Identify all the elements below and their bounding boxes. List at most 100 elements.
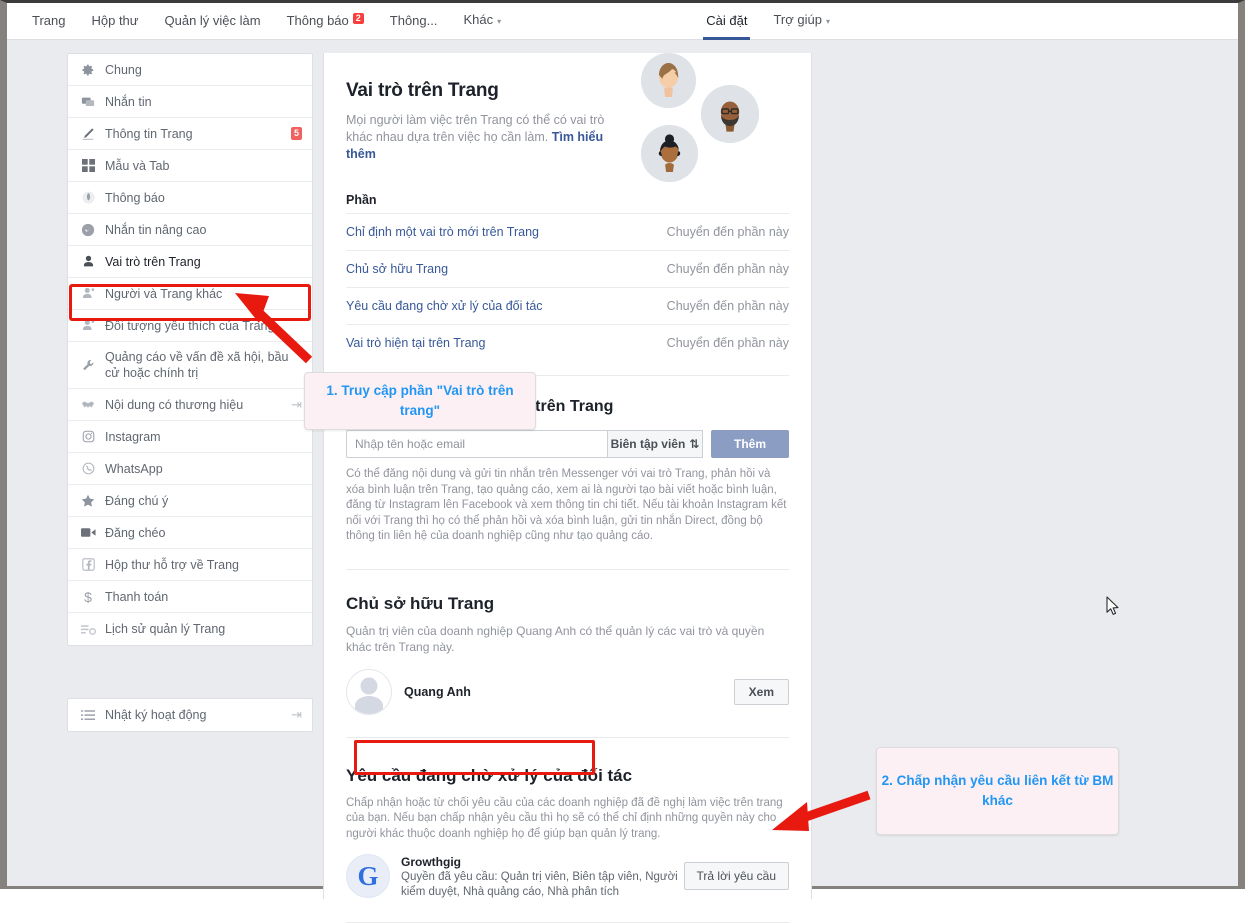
settings-sidebar: Chung Nhắn tin Thông tin Trang 5 Mẫu xyxy=(67,53,313,646)
sidebar-item-dang-chu-y[interactable]: Đáng chú ý xyxy=(68,485,312,517)
nav-item-thong-truncated[interactable]: Thông... xyxy=(377,3,451,39)
avatar-silhouette-icon xyxy=(347,670,391,714)
jump-link-pending-partner[interactable]: Yêu cầu đang chờ xử lý của đối tác xyxy=(346,299,543,313)
add-role-button[interactable]: Thêm xyxy=(711,430,789,458)
sidebar-item-nhan-tin[interactable]: Nhắn tin xyxy=(68,86,312,118)
sidebar-item-noi-dung-thuong-hieu[interactable]: Nội dung có thương hiệu ⇥ xyxy=(68,389,312,421)
pending-partner-section: Yêu cầu đang chờ xử lý của đối tác Chấp … xyxy=(346,737,789,923)
nav-item-label: Thông báo xyxy=(287,13,349,28)
settings-content-panel: Vai trò trên Trang Mọi người làm việc tr… xyxy=(323,53,812,899)
assign-role-description: Có thể đăng nội dung và gửi tin nhắn trê… xyxy=(346,467,789,545)
sections-heading: Phần xyxy=(346,193,789,207)
page-body: Chung Nhắn tin Thông tin Trang 5 Mẫu xyxy=(7,40,1238,886)
annotation-callout-2: 2. Chấp nhận yêu cầu liên kết từ BM khác xyxy=(876,747,1119,835)
sidebar-item-mau-va-tab[interactable]: Mẫu và Tab xyxy=(68,150,312,182)
sidebar-item-nguoi-va-trang-khac[interactable]: Người và Trang khác xyxy=(68,278,312,310)
chevron-down-icon: ▾ xyxy=(497,17,501,26)
partner-name: Growthgig xyxy=(401,855,684,869)
sidebar-item-thong-tin-trang[interactable]: Thông tin Trang 5 xyxy=(68,118,312,150)
page-owner-heading: Chủ sở hữu Trang xyxy=(346,570,789,614)
page-owner-row: Quang Anh Xem xyxy=(346,669,789,737)
avatar-face-1 xyxy=(641,53,696,108)
partner-logo-letter: G xyxy=(357,861,378,892)
jump-row: Yêu cầu đang chờ xử lý của đối tác Chuyể… xyxy=(346,287,789,324)
sidebar-item-label: Mẫu và Tab xyxy=(105,158,302,174)
nav-item-label: Thông... xyxy=(390,13,438,28)
annotation-callout-2-text: 2. Chấp nhận yêu cầu liên kết từ BM khác xyxy=(877,771,1118,811)
pending-partner-description: Chấp nhận hoặc từ chối yêu cầu của các d… xyxy=(346,796,789,843)
sidebar-item-label: Nội dung có thương hiệu xyxy=(105,397,291,413)
page-roles-hero: Vai trò trên Trang Mọi người làm việc tr… xyxy=(346,53,789,163)
assign-name-input[interactable] xyxy=(346,430,607,458)
bubble-icon xyxy=(80,222,96,238)
respond-request-button[interactable]: Trả lời yêu cầu xyxy=(684,862,789,890)
facebook-icon xyxy=(80,557,96,573)
person-icon xyxy=(80,254,96,270)
sidebar-item-doi-tuong-yeu-thich[interactable]: Đối tượng yêu thích của Trang xyxy=(68,310,312,342)
sidebar-item-quang-cao-xa-hoi[interactable]: Quảng cáo về vấn đề xã hội, bầu cử hoặc … xyxy=(68,342,312,389)
partner-logo: G xyxy=(346,854,390,898)
nav-item-label: Trang xyxy=(32,13,65,28)
whatsapp-icon xyxy=(80,461,96,477)
sidebar-item-hop-thu-ho-tro[interactable]: Hộp thư hỗ trợ về Trang xyxy=(68,549,312,581)
nav-item-hop-thu[interactable]: Hộp thư xyxy=(78,3,151,39)
top-navigation-bar: Trang Hộp thư Quản lý việc làm Thông báo… xyxy=(7,3,1238,40)
sidebar-item-dang-cheo[interactable]: Đăng chéo xyxy=(68,517,312,549)
settings-sidebar-secondary: Nhật ký hoạt động ⇥ xyxy=(67,698,313,732)
dollar-icon: $ xyxy=(80,589,96,605)
nav-item-label: Khác xyxy=(463,12,493,27)
role-select[interactable]: Biên tập viên ⇅ xyxy=(607,430,703,458)
jump-to-section-label[interactable]: Chuyển đến phần này xyxy=(667,336,789,350)
avatar xyxy=(346,669,392,715)
sidebar-item-thong-bao[interactable]: Thông báo xyxy=(68,182,312,214)
sidebar-item-lich-su-quan-ly[interactable]: Lịch sử quản lý Trang xyxy=(68,613,312,645)
nav-item-tro-giup[interactable]: Trợ giúp▾ xyxy=(760,2,843,40)
grid-icon xyxy=(80,158,96,174)
sidebar-item-label: Lịch sử quản lý Trang xyxy=(105,621,302,637)
sidebar-item-label: Hộp thư hỗ trợ về Trang xyxy=(105,557,302,573)
notification-badge: 2 xyxy=(353,13,364,24)
sidebar-item-label: Nhắn tin xyxy=(105,94,302,110)
chevron-down-icon: ▾ xyxy=(826,17,830,26)
sidebar-item-vai-tro-tren-trang[interactable]: Vai trò trên Trang xyxy=(68,246,312,278)
nav-item-trang[interactable]: Trang xyxy=(19,3,78,39)
sidebar-item-thanh-toan[interactable]: $ Thanh toán xyxy=(68,581,312,613)
sidebar-item-label: Người và Trang khác xyxy=(105,286,302,302)
nav-item-cai-dat[interactable]: Cài đặt xyxy=(693,3,760,39)
top-nav-left-group: Trang Hộp thư Quản lý việc làm Thông báo… xyxy=(7,2,514,40)
jump-link-page-owner[interactable]: Chủ sở hữu Trang xyxy=(346,262,448,276)
sidebar-item-chung[interactable]: Chung xyxy=(68,54,312,86)
nav-item-khac[interactable]: Khác ▾ xyxy=(450,2,514,40)
jump-row: Vai trò hiện tại trên Trang Chuyển đến p… xyxy=(346,324,789,361)
sidebar-item-nhat-ky-hoat-dong[interactable]: Nhật ký hoạt động ⇥ xyxy=(68,699,312,731)
nav-item-label: Hộp thư xyxy=(91,13,138,28)
jump-link-current-roles[interactable]: Vai trò hiện tại trên Trang xyxy=(346,336,485,350)
globe-icon xyxy=(80,190,96,206)
avatar-illustration-1 xyxy=(641,53,696,108)
page-owner-description: Quản trị viên của doanh nghiệp Quang Anh… xyxy=(346,623,789,655)
view-owner-button[interactable]: Xem xyxy=(734,679,789,705)
sidebar-item-label: Chung xyxy=(105,62,302,78)
page-owner-name: Quang Anh xyxy=(404,685,734,699)
pending-partner-heading: Yêu cầu đang chờ xử lý của đối tác xyxy=(346,766,789,786)
history-icon xyxy=(80,621,96,637)
jump-to-section-label[interactable]: Chuyển đến phần này xyxy=(667,225,789,239)
sidebar-item-nhan-tin-nang-cao[interactable]: Nhắn tin nâng cao xyxy=(68,214,312,246)
sidebar-item-instagram[interactable]: Instagram xyxy=(68,421,312,453)
external-link-icon[interactable]: ⇥ xyxy=(291,707,302,723)
sidebar-item-whatsapp[interactable]: WhatsApp xyxy=(68,453,312,485)
jump-link-assign-role[interactable]: Chỉ định một vai trò mới trên Trang xyxy=(346,225,539,239)
avatar-face-3 xyxy=(641,125,698,182)
nav-item-quan-ly-viec-lam[interactable]: Quản lý việc làm xyxy=(152,3,274,39)
browser-window: Trang Hộp thư Quản lý việc làm Thông báo… xyxy=(0,0,1245,889)
sidebar-item-label: Nhật ký hoạt động xyxy=(105,707,291,723)
nav-item-thong-bao[interactable]: Thông báo 2 xyxy=(274,3,377,39)
jump-row: Chỉ định một vai trò mới trên Trang Chuy… xyxy=(346,213,789,250)
sections-jump-list: Chỉ định một vai trò mới trên Trang Chuy… xyxy=(346,213,789,361)
sidebar-item-label: Quảng cáo về vấn đề xã hội, bầu cử hoặc … xyxy=(105,349,302,381)
jump-to-section-label[interactable]: Chuyển đến phần này xyxy=(667,262,789,276)
assign-role-form: Biên tập viên ⇅ Thêm xyxy=(346,430,789,458)
external-link-icon[interactable]: ⇥ xyxy=(291,397,302,413)
list-icon xyxy=(80,707,96,723)
jump-to-section-label[interactable]: Chuyển đến phần này xyxy=(667,299,789,313)
